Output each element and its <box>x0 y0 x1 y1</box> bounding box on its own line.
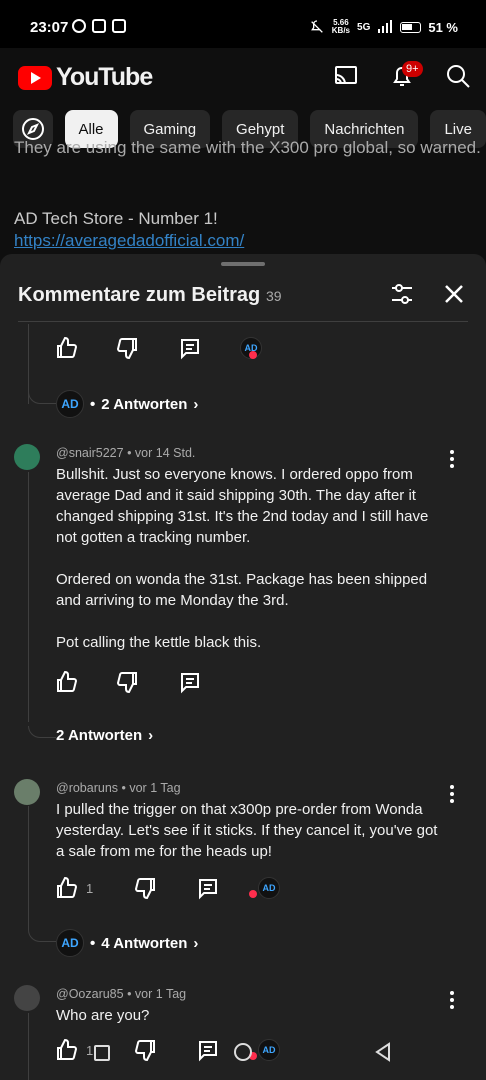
comment-author[interactable]: @snair5227 <box>56 446 124 460</box>
comment-meta: @robaruns • vor 1 Tag <box>56 781 181 795</box>
comment-icon[interactable] <box>196 876 220 900</box>
replies-label: 2 Antworten <box>101 395 188 413</box>
reply-connector <box>28 392 56 404</box>
thumb-down-icon[interactable] <box>116 670 140 694</box>
replies-button[interactable]: AD • 4 Antworten › <box>56 929 198 957</box>
avatar[interactable] <box>14 985 40 1011</box>
status-bar: 23:07 5.66 KB/s 5G 51 % <box>0 0 486 48</box>
description-fade <box>0 150 486 254</box>
chevron-right-icon: › <box>148 727 154 744</box>
like-count: 1 <box>86 880 94 896</box>
brand-name: YouTube <box>56 63 153 91</box>
replies-button[interactable]: 2 Antworten › <box>56 727 153 744</box>
comment-text: Bullshit. Just so everyone knows. I orde… <box>56 466 429 651</box>
notification-badge: 9+ <box>402 61 423 77</box>
search-icon[interactable] <box>444 62 472 90</box>
comment-author[interactable]: @robaruns <box>56 781 118 795</box>
back-icon[interactable] <box>374 1042 392 1062</box>
comment-time: vor 1 Tag <box>129 781 181 795</box>
status-app-icons <box>72 19 126 33</box>
network-type: 5G <box>357 21 371 33</box>
comment-icon[interactable] <box>178 670 202 694</box>
thumb-down-icon[interactable] <box>116 336 140 360</box>
comments-sheet: Kommentare zum Beitrag 39 AD AD • 2 Antw… <box>0 254 486 1080</box>
replies-label: 4 Antworten <box>101 934 188 952</box>
heart-icon <box>249 890 257 898</box>
network-speed: 5.66 KB/s <box>331 18 351 35</box>
thumb-up-icon[interactable] <box>54 336 78 360</box>
comment-time: vor 14 Std. <box>134 446 196 460</box>
notification-app-icon <box>92 19 106 33</box>
comment-actions: 1 AD <box>54 876 280 900</box>
chevron-right-icon: › <box>193 934 199 952</box>
comments-header: Kommentare zum Beitrag 39 <box>18 280 468 322</box>
comment-meta: @snair5227 • vor 14 Std. <box>56 446 196 460</box>
status-right-icons: 5.66 KB/s 5G 51 % <box>309 19 458 35</box>
reply-connector <box>28 726 56 738</box>
sheet-drag-handle[interactable] <box>221 262 265 266</box>
battery-percent: 51 % <box>428 19 458 35</box>
youtube-play-icon <box>18 65 52 90</box>
signal-icon <box>378 20 393 33</box>
replies-dot: • <box>90 934 96 952</box>
creator-heart-avatar: AD <box>258 877 280 899</box>
recent-apps-button[interactable] <box>94 1045 110 1061</box>
thumb-down-icon[interactable] <box>134 876 158 900</box>
youtube-logo[interactable]: YouTube <box>18 63 153 92</box>
comment-author[interactable]: @Oozaru85 <box>56 987 124 1001</box>
comments-count: 39 <box>266 288 282 304</box>
avatar[interactable] <box>14 444 40 470</box>
system-navigation-bar <box>0 1028 486 1080</box>
home-button[interactable] <box>234 1043 252 1061</box>
thread-line <box>28 472 29 722</box>
close-icon[interactable] <box>440 280 468 308</box>
comment-actions <box>54 670 202 694</box>
reply-connector <box>28 930 56 942</box>
comment-time: vor 1 Tag <box>134 987 187 1001</box>
comment-icon[interactable] <box>178 336 202 360</box>
heart-icon <box>249 351 257 359</box>
filter-sort-icon[interactable] <box>388 280 416 308</box>
thumb-up-icon[interactable] <box>54 876 78 900</box>
notification-app-icon <box>112 19 126 33</box>
comment-text: Who are you? <box>56 1007 150 1024</box>
first-comment-actions: AD <box>54 336 262 360</box>
replies-dot: • <box>90 395 96 413</box>
thread-line <box>28 806 29 930</box>
whatsapp-icon <box>72 19 86 33</box>
battery-icon <box>400 21 422 33</box>
replies-button[interactable]: AD • 2 Antworten › <box>56 390 198 418</box>
creator-avatar: AD <box>56 390 84 418</box>
creator-avatar: AD <box>56 929 84 957</box>
comment-meta: @Oozaru85 • vor 1 Tag <box>56 987 187 1001</box>
avatar[interactable] <box>14 779 40 805</box>
thumb-up-icon[interactable] <box>54 670 78 694</box>
app-header: YouTube <box>0 48 486 108</box>
cast-icon[interactable] <box>332 62 360 90</box>
replies-label: 2 Antworten <box>56 727 143 744</box>
comment-text: I pulled the trigger on that x300p pre-o… <box>56 801 438 860</box>
comments-title: Kommentare zum Beitrag <box>18 284 261 306</box>
chevron-right-icon: › <box>193 395 199 413</box>
status-time: 23:07 <box>30 19 69 36</box>
mute-icon <box>310 20 323 33</box>
